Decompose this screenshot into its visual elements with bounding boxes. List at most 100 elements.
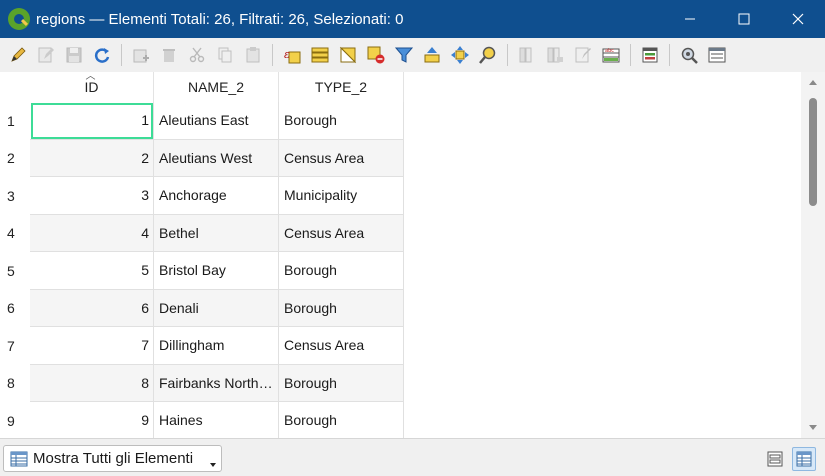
save-edits-icon — [66, 47, 82, 63]
scroll-down-arrow-icon[interactable] — [809, 425, 817, 430]
dock-window-button[interactable] — [703, 41, 731, 69]
select-all-icon — [311, 47, 329, 63]
table-cell-type[interactable]: Borough — [279, 252, 404, 290]
minimize-button[interactable] — [663, 0, 717, 38]
deselect-all-icon — [367, 46, 385, 64]
table-cell-id[interactable]: 1 — [30, 102, 154, 140]
table-filter-icon — [10, 451, 28, 466]
table-cell-id[interactable]: 6 — [30, 289, 154, 327]
new-field-button[interactable] — [513, 41, 541, 69]
row-header[interactable]: 9 — [0, 402, 30, 440]
attribute-table: ︿ ID NAME_2 TYPE_2 1 1 Aleutians East Bo… — [0, 72, 825, 440]
row-header[interactable]: 5 — [0, 252, 30, 290]
toggle-multi-edit-button[interactable] — [32, 41, 60, 69]
table-cell-type[interactable]: Census Area — [279, 214, 404, 252]
paste-features-button[interactable] — [239, 41, 267, 69]
table-cell-name[interactable]: Bristol Bay — [154, 252, 279, 290]
table-view-icon — [796, 451, 812, 467]
form-view-icon — [767, 451, 783, 467]
toggle-multi-edit-icon — [38, 47, 54, 63]
table-cell-id[interactable]: 2 — [30, 139, 154, 177]
close-icon — [792, 13, 804, 25]
select-by-expression-button[interactable]: ε — [278, 41, 306, 69]
zoom-to-selection-button[interactable] — [474, 41, 502, 69]
scrollbar-thumb[interactable] — [809, 98, 817, 206]
save-edits-button[interactable] — [60, 41, 88, 69]
conditional-formatting-button[interactable]: abc — [597, 41, 625, 69]
field-calculator-button[interactable] — [569, 41, 597, 69]
table-cell-name[interactable]: Anchorage — [154, 177, 279, 215]
move-selection-top-button[interactable] — [418, 41, 446, 69]
table-cell-name[interactable]: Dillingham — [154, 327, 279, 365]
filter-select-icon — [394, 47, 414, 63]
table-cell-id[interactable]: 4 — [30, 214, 154, 252]
dock-window-icon — [708, 47, 726, 63]
deselect-all-button[interactable] — [362, 41, 390, 69]
table-cell-type[interactable]: Borough — [279, 102, 404, 140]
chevron-down-icon — [210, 463, 216, 467]
row-header[interactable]: 3 — [0, 177, 30, 215]
add-feature-button[interactable] — [127, 41, 155, 69]
svg-text:ε: ε — [284, 48, 290, 61]
column-header-label: TYPE_2 — [314, 79, 368, 95]
column-header-label: NAME_2 — [187, 79, 245, 95]
copy-selected-button[interactable] — [211, 41, 239, 69]
pan-to-selection-icon — [451, 46, 469, 64]
invert-selection-button[interactable] — [334, 41, 362, 69]
column-header-type[interactable]: TYPE_2 — [279, 72, 404, 102]
table-cell-id[interactable]: 3 — [30, 177, 154, 215]
field-calculator-icon — [575, 47, 591, 63]
table-cell-name[interactable]: Aleutians West — [154, 139, 279, 177]
table-cell-type[interactable]: Municipality — [279, 177, 404, 215]
svg-text:abc: abc — [605, 48, 614, 54]
table-cell-name[interactable]: Fairbanks North… — [154, 364, 279, 402]
conditional-formatting-icon: abc — [602, 48, 620, 63]
row-header[interactable]: 6 — [0, 289, 30, 327]
row-header[interactable]: 4 — [0, 214, 30, 252]
form-view-button[interactable] — [763, 447, 787, 471]
table-corner[interactable] — [0, 72, 30, 102]
table-cell-id[interactable]: 9 — [30, 402, 154, 440]
delete-field-button[interactable] — [541, 41, 569, 69]
organize-columns-icon — [642, 47, 658, 63]
table-cell-id[interactable]: 7 — [30, 327, 154, 365]
table-cell-name[interactable]: Denali — [154, 289, 279, 327]
table-cell-name[interactable]: Bethel — [154, 214, 279, 252]
attribute-toolbar: ε abc — [0, 38, 825, 72]
table-cell-type[interactable]: Borough — [279, 289, 404, 327]
reload-table-button[interactable] — [88, 41, 116, 69]
column-header-name[interactable]: NAME_2 — [154, 72, 279, 102]
vertical-scrollbar[interactable] — [801, 72, 825, 438]
table-cell-type[interactable]: Census Area — [279, 327, 404, 365]
table-cell-name[interactable]: Aleutians East — [154, 102, 279, 140]
qgis-logo-icon — [8, 8, 30, 30]
table-cell-type[interactable]: Borough — [279, 402, 404, 440]
filter-select-button[interactable] — [390, 41, 418, 69]
row-header[interactable]: 2 — [0, 139, 30, 177]
pan-to-selection-button[interactable] — [446, 41, 474, 69]
organize-columns-button[interactable] — [636, 41, 664, 69]
table-cell-id[interactable]: 5 — [30, 252, 154, 290]
maximize-icon — [738, 13, 750, 25]
scroll-up-arrow-icon[interactable] — [809, 80, 817, 85]
delete-selected-button[interactable] — [155, 41, 183, 69]
actions-button[interactable] — [675, 41, 703, 69]
row-header[interactable]: 8 — [0, 364, 30, 402]
cut-selected-icon — [189, 47, 205, 63]
close-button[interactable] — [771, 0, 825, 38]
table-cell-type[interactable]: Borough — [279, 364, 404, 402]
table-cell-type[interactable]: Census Area — [279, 139, 404, 177]
table-cell-name[interactable]: Haines — [154, 402, 279, 440]
feature-filter-dropdown[interactable]: Mostra Tutti gli Elementi — [3, 445, 222, 472]
row-header[interactable]: 1 — [0, 102, 30, 140]
add-feature-icon — [133, 49, 149, 63]
cut-selected-button[interactable] — [183, 41, 211, 69]
column-header-id[interactable]: ︿ ID — [30, 72, 154, 102]
toggle-editing-button[interactable] — [4, 41, 32, 69]
row-header[interactable]: 7 — [0, 327, 30, 365]
toolbar-separator — [507, 44, 508, 66]
table-view-button[interactable] — [792, 447, 816, 471]
table-cell-id[interactable]: 8 — [30, 364, 154, 402]
maximize-button[interactable] — [717, 0, 771, 38]
select-all-button[interactable] — [306, 41, 334, 69]
